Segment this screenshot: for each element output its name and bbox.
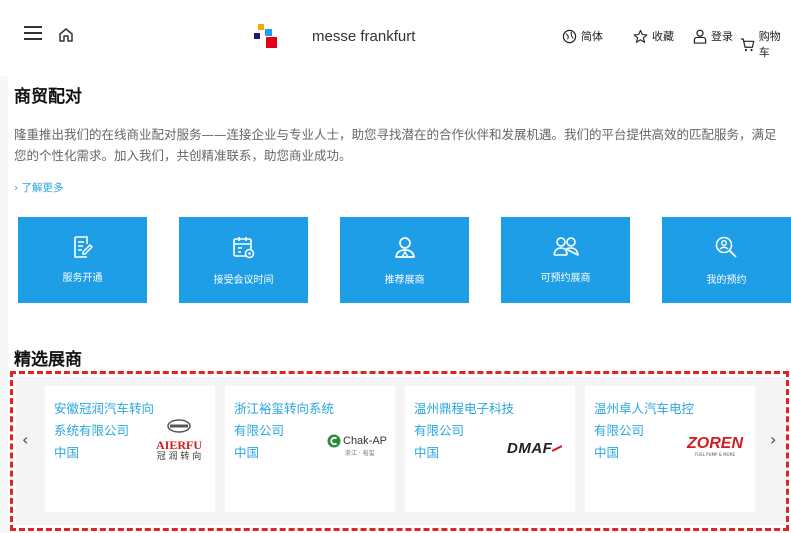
cart-icon	[740, 37, 755, 51]
exhibitor-name: 温州鼎程电子科技有限公司	[414, 401, 515, 438]
tile-my-appointments[interactable]: 我的预约	[662, 217, 791, 303]
menu-icon[interactable]	[24, 26, 42, 40]
favorites-label: 收藏	[652, 30, 674, 43]
logo-text: AIERFU	[155, 438, 202, 452]
calendar-settings-icon	[232, 237, 254, 259]
search-user-icon	[715, 236, 737, 258]
c-logo-icon	[327, 434, 341, 448]
tile-recommended-exhibitors[interactable]: 推荐展商	[340, 217, 469, 303]
exhibitor-logo: DMAF	[507, 438, 563, 457]
language-label: 简体	[581, 30, 603, 43]
featured-title: 精选展商	[14, 350, 82, 370]
matchmaking-description: 隆重推出我们的在线商业配对服务——连接企业与专业人士，助您寻找潜在的合作伙伴和发…	[14, 127, 777, 163]
messe-frankfurt-logo[interactable]	[250, 20, 292, 62]
document-edit-icon	[73, 236, 93, 258]
top-bar: messe frankfurt 简体 收藏 登录 购物车	[0, 0, 791, 76]
exhibitor-country: 中国	[234, 445, 260, 460]
group-users-icon	[552, 237, 579, 256]
exhibitor-card[interactable]: 浙江裕玺转向系统有限公司 中国 Chak-AP 浙江 · 裕玺	[225, 386, 395, 512]
login-link[interactable]: 登录	[693, 28, 733, 44]
exhibitor-card[interactable]: 温州卓人汽车电控有限公司 中国 ZOREN FUEL PUMP & MORE	[585, 386, 755, 512]
logo-subtext: 冠 润 转 向	[156, 452, 202, 462]
tile-label: 接受会议时间	[213, 275, 274, 286]
logo-subtext: 浙江 · 裕玺	[345, 450, 375, 457]
learn-more-link[interactable]: › 了解更多	[14, 180, 64, 195]
tile-label: 推荐展商	[384, 275, 425, 286]
language-selector[interactable]: 简体	[562, 28, 603, 44]
logo-text: DMAF	[507, 440, 553, 457]
exhibitor-country: 中国	[414, 445, 440, 460]
login-label: 登录	[711, 30, 733, 43]
exhibitor-card[interactable]: 温州鼎程电子科技有限公司 中国 DMAF	[405, 386, 575, 512]
star-icon	[633, 29, 648, 43]
cart-link[interactable]: 购物车	[740, 28, 791, 60]
tile-service-activation[interactable]: 服务开通	[18, 217, 147, 303]
exhibitor-name: 安徽冠润汽车转向系统有限公司	[54, 401, 155, 438]
carousel-prev-button[interactable]: ‹	[22, 430, 28, 449]
home-icon[interactable]	[58, 27, 74, 43]
logo-text: ZOREN	[687, 435, 743, 452]
exhibitor-card[interactable]: 安徽冠润汽车转向系统有限公司 中国 AIERFU 冠 润 转 向	[45, 386, 215, 512]
exhibitor-logo: Chak-AP 浙江 · 裕玺	[327, 434, 391, 457]
logo-subtext: FUEL PUMP & MORE	[694, 452, 736, 457]
recommend-user-icon	[394, 237, 415, 258]
exhibitor-logo: AIERFU 冠 润 转 向	[149, 418, 209, 463]
logo-text: Chak-AP	[343, 435, 388, 447]
tile-label: 服务开通	[62, 273, 103, 284]
exhibitor-country: 中国	[54, 445, 80, 460]
globe-icon	[562, 29, 577, 43]
matchmaking-title: 商贸配对	[14, 87, 82, 107]
carousel-next-button[interactable]: ›	[770, 430, 776, 449]
emblem-icon	[167, 419, 191, 433]
cart-label: 购物车	[758, 30, 781, 59]
tile-accept-meeting-time[interactable]: 接受会议时间	[179, 217, 308, 303]
exhibitor-logo: ZOREN FUEL PUMP & MORE	[687, 435, 743, 458]
tile-label: 我的预约	[706, 275, 747, 286]
favorites-link[interactable]: 收藏	[633, 28, 674, 44]
exhibitor-country: 中国	[594, 445, 620, 460]
tile-label: 可预约展商	[540, 273, 591, 284]
swoosh-icon	[551, 445, 563, 452]
service-tiles: 服务开通 接受会议时间 推荐展商 可预约展商 我的预约	[18, 217, 791, 303]
tile-bookable-exhibitors[interactable]: 可预约展商	[501, 217, 630, 303]
brand-name[interactable]: messe frankfurt	[312, 28, 415, 45]
user-icon	[693, 29, 707, 44]
